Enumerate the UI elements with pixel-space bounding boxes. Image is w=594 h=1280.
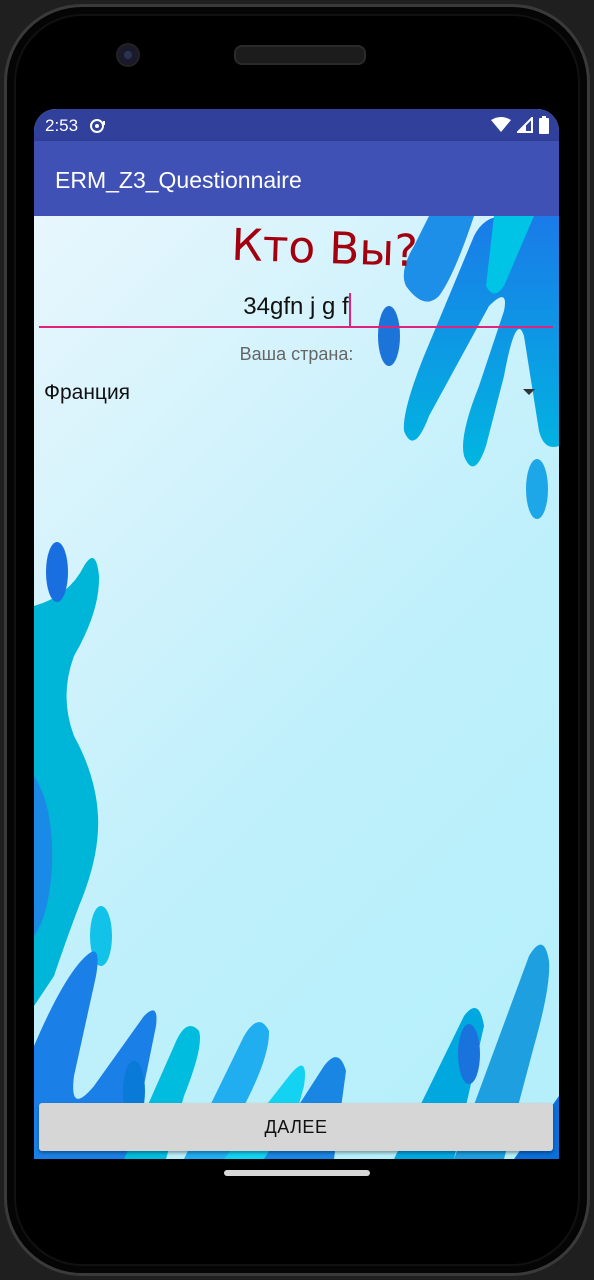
dropdown-arrow-icon	[523, 389, 535, 395]
main-content: Кто Вы? Ваша страна: Франция ДАЛЕЕ	[34, 216, 559, 1159]
country-label: Ваша страна:	[239, 344, 354, 364]
app-bar: ERM_Z3_Questionnaire	[34, 141, 559, 216]
next-button[interactable]: ДАЛЕЕ	[39, 1103, 553, 1151]
screen: 2:53 ERM_Z3_Questionnaire Кто Вы? 34gfn …	[34, 109, 559, 1159]
text-cursor	[349, 293, 351, 326]
notification-icon	[90, 119, 105, 133]
phone-frame: 2:53 ERM_Z3_Questionnaire Кто Вы? 34gfn …	[0, 0, 594, 1280]
status-time: 2:53	[45, 116, 79, 135]
front-camera	[116, 43, 140, 67]
wifi-icon	[491, 117, 511, 132]
status-bar: 2:53	[34, 109, 559, 141]
country-spinner[interactable]: Франция	[34, 367, 559, 417]
app-title: ERM_Z3_Questionnaire	[55, 167, 302, 193]
status-icons	[491, 116, 549, 134]
page-title-text: Кто Вы?	[230, 219, 419, 278]
name-input[interactable]	[39, 288, 553, 328]
home-gesture-bar[interactable]	[224, 1170, 370, 1176]
signal-icon	[517, 117, 533, 133]
earpiece-speaker	[234, 45, 366, 65]
country-selected-value: Франция	[44, 381, 131, 404]
battery-icon	[539, 116, 549, 134]
